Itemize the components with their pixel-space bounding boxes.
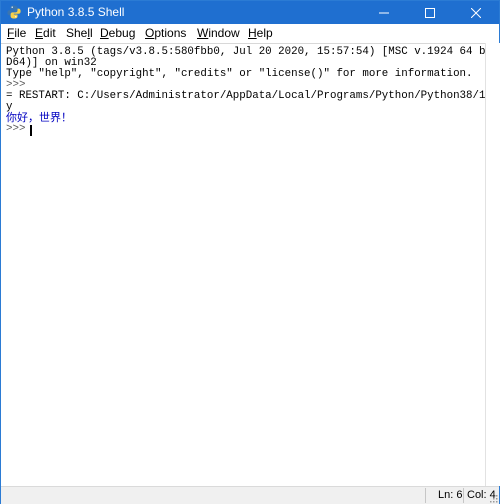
shell-output-line: 你好，世界！ xyxy=(6,111,72,124)
menu-debug[interactable]: Debug xyxy=(100,26,135,41)
text-cursor xyxy=(30,125,32,136)
menu-shell[interactable]: Shell xyxy=(66,26,93,41)
maximize-button[interactable] xyxy=(407,1,453,24)
status-line-number: Ln: 6 xyxy=(438,489,463,501)
shell-restart-line-1: = RESTART: C:/Users/Administrator/AppDat… xyxy=(6,90,500,102)
idle-shell-window: Python 3.8.5 Shell File Edit Shell Debug… xyxy=(0,0,500,504)
close-icon xyxy=(470,7,482,19)
shell-banner-line-3: Type "help", "copyright", "credits" or "… xyxy=(6,68,473,80)
menu-window[interactable]: Window xyxy=(197,26,240,41)
status-bar: Ln: 6 Col: 4 xyxy=(1,486,499,504)
menu-file[interactable]: File xyxy=(7,26,26,41)
minimize-icon xyxy=(379,12,389,14)
title-bar[interactable]: Python 3.8.5 Shell xyxy=(1,1,499,24)
maximize-icon xyxy=(425,8,435,18)
status-separator xyxy=(463,488,464,503)
close-button[interactable] xyxy=(453,1,499,24)
shell-prompt-current: >>> xyxy=(6,123,32,135)
status-separator xyxy=(425,488,426,503)
python-logo-icon xyxy=(7,5,21,19)
vertical-scrollbar[interactable] xyxy=(485,43,500,486)
window-title: Python 3.8.5 Shell xyxy=(27,5,125,19)
shell-text-area[interactable]: Python 3.8.5 (tags/v3.8.5:580fbb0, Jul 2… xyxy=(1,43,500,487)
menu-edit[interactable]: Edit xyxy=(35,26,56,41)
menu-help[interactable]: Help xyxy=(248,26,273,41)
minimize-button[interactable] xyxy=(361,1,407,24)
menu-options[interactable]: Options xyxy=(145,26,186,41)
resize-grip-icon[interactable] xyxy=(488,493,498,503)
menu-bar: File Edit Shell Debug Options Window Hel… xyxy=(1,24,499,43)
